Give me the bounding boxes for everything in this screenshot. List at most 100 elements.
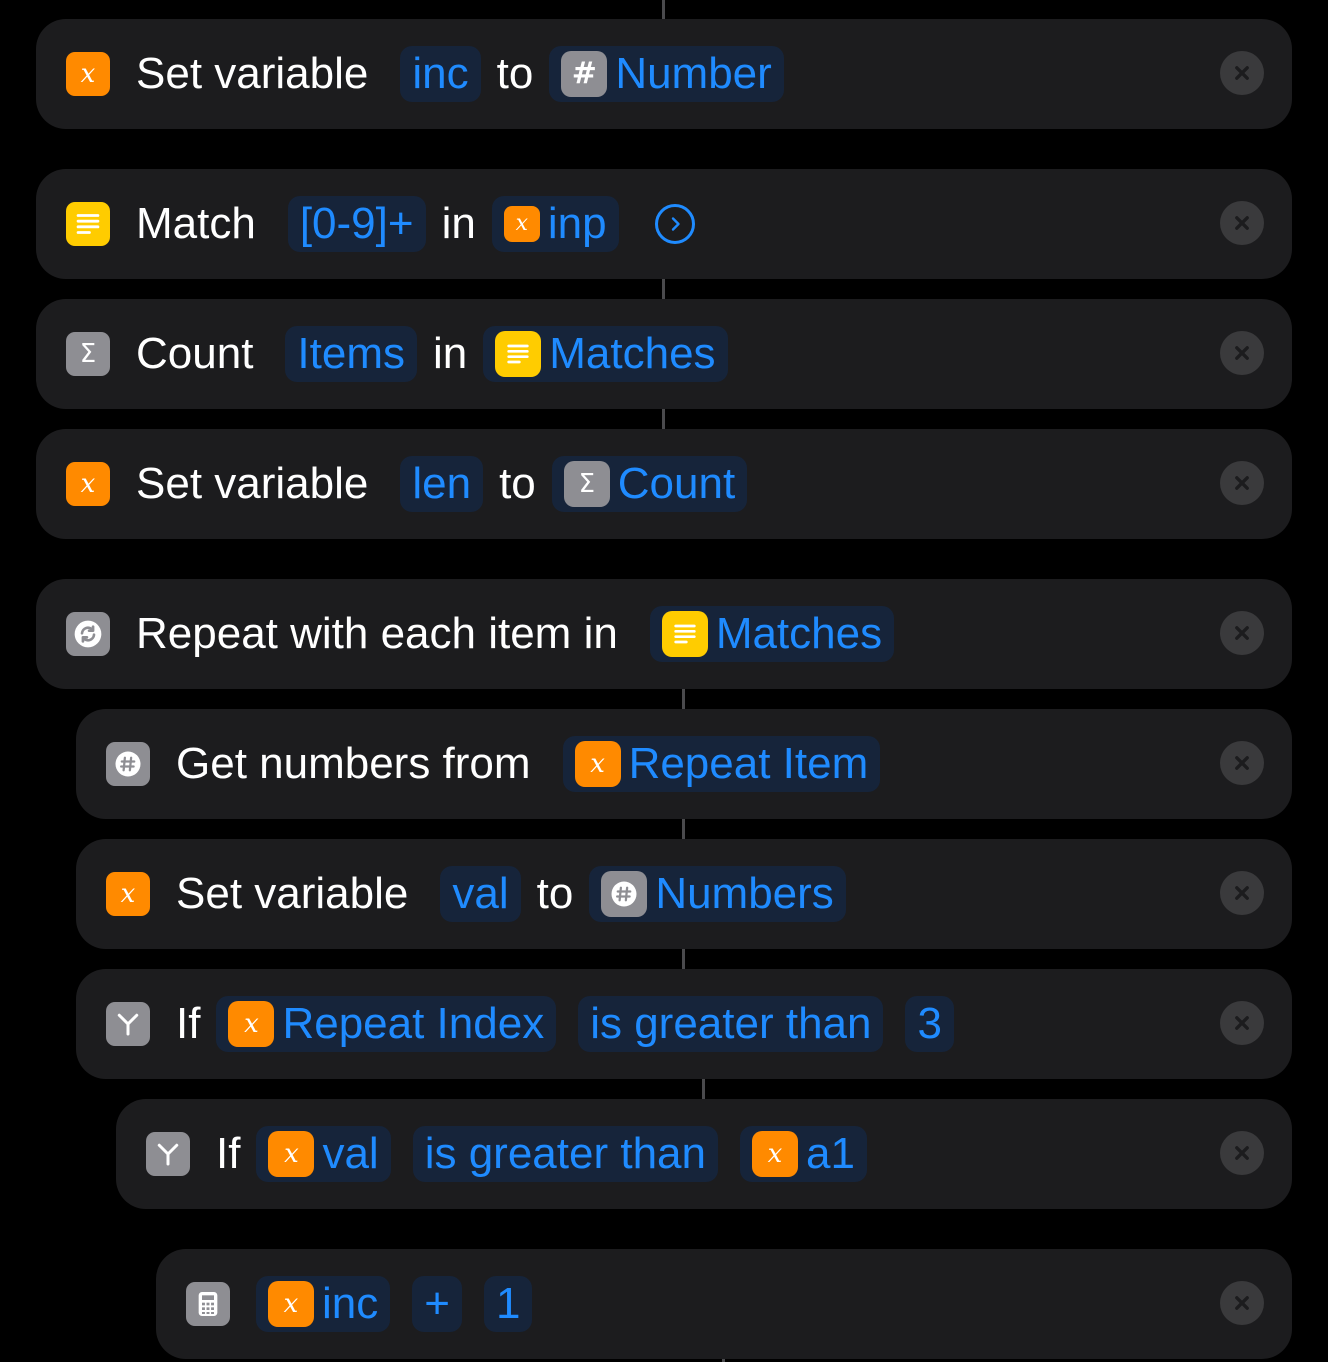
action-set-variable-val[interactable]: x Set variable val to Numbers <box>76 839 1292 949</box>
action-label: Get numbers from <box>176 739 531 788</box>
condition-operator-token[interactable]: is greater than <box>578 996 884 1052</box>
flow-connector <box>682 949 685 969</box>
value-label: val <box>322 1129 379 1178</box>
flow-connector <box>662 409 665 429</box>
operand-value-token[interactable]: 1 <box>483 1276 533 1332</box>
variable-name-token[interactable]: inc <box>400 46 481 102</box>
variable-icon: x <box>66 52 110 96</box>
flow-connector <box>682 689 685 709</box>
calculator-icon <box>186 1282 230 1326</box>
numbers-icon <box>106 742 150 786</box>
sigma-icon: Σ <box>563 461 610 507</box>
action-if-repeat-index[interactable]: If x Repeat Index is greater than 3 <box>76 969 1292 1079</box>
remove-action-button[interactable] <box>1220 461 1264 505</box>
operand-token[interactable]: x inc <box>256 1276 391 1332</box>
input-token[interactable]: x inp <box>491 196 619 252</box>
connector-word: in <box>441 199 476 248</box>
pattern-token[interactable]: [0-9]+ <box>287 196 426 252</box>
condition-value-token[interactable]: x a1 <box>739 1126 867 1182</box>
action-calculate[interactable]: x inc + 1 <box>156 1249 1292 1359</box>
variable-icon: x <box>268 1281 314 1327</box>
connector-word: in <box>433 329 468 378</box>
variable-icon: x <box>574 741 621 787</box>
value-label: Numbers <box>655 869 834 918</box>
action-match-text[interactable]: Match [0-9]+ in x inp <box>36 169 1292 279</box>
action-label: If <box>176 999 201 1048</box>
action-if-val[interactable]: If x val is greater than x a1 <box>116 1099 1292 1209</box>
connector-word: to <box>536 869 574 918</box>
flow-connector <box>682 819 685 839</box>
close-icon <box>1229 620 1255 646</box>
condition-input-token[interactable]: x val <box>256 1126 391 1182</box>
close-icon <box>1229 880 1255 906</box>
action-label: Set variable <box>136 459 369 508</box>
close-icon <box>1229 340 1255 366</box>
value-token[interactable]: Numbers <box>589 866 846 922</box>
remove-action-button[interactable] <box>1220 611 1264 655</box>
remove-action-button[interactable] <box>1220 1001 1264 1045</box>
value-token[interactable]: Σ Count <box>551 456 748 512</box>
action-label: Set variable <box>176 869 409 918</box>
condition-input-token[interactable]: x Repeat Index <box>216 996 557 1052</box>
value-label: inc <box>322 1279 379 1328</box>
if-icon <box>146 1132 190 1176</box>
close-icon <box>1229 750 1255 776</box>
remove-action-button[interactable] <box>1220 741 1264 785</box>
close-icon <box>1229 210 1255 236</box>
action-label: Match <box>136 199 256 248</box>
close-icon <box>1229 60 1255 86</box>
flow-connector <box>662 0 665 20</box>
close-icon <box>1229 1290 1255 1316</box>
remove-action-button[interactable] <box>1220 871 1264 915</box>
input-token[interactable]: Matches <box>649 606 895 662</box>
remove-action-button[interactable] <box>1220 331 1264 375</box>
variable-icon: x <box>106 872 150 916</box>
shortcut-editor: x Set variable inc to # Number Match [0-… <box>0 0 1328 1362</box>
text-icon <box>661 611 708 657</box>
remove-action-button[interactable] <box>1220 51 1264 95</box>
action-label: Set variable <box>136 49 369 98</box>
action-set-variable-inc[interactable]: x Set variable inc to # Number <box>36 19 1292 129</box>
connector-word: to <box>499 459 536 508</box>
variable-name-token[interactable]: val <box>440 866 521 922</box>
flow-connector <box>662 279 665 299</box>
action-set-variable-len[interactable]: x Set variable len to Σ Count <box>36 429 1292 539</box>
variable-icon: x <box>66 462 110 506</box>
text-icon <box>495 331 542 377</box>
value-label: Count <box>617 459 736 508</box>
remove-action-button[interactable] <box>1220 1281 1264 1325</box>
remove-action-button[interactable] <box>1220 201 1264 245</box>
value-label: Matches <box>549 329 716 378</box>
value-label: Matches <box>715 609 883 658</box>
action-get-numbers[interactable]: Get numbers from x Repeat Item <box>76 709 1292 819</box>
connector-word: to <box>496 49 534 98</box>
value-label: a1 <box>805 1129 855 1178</box>
variable-icon: x <box>503 206 540 242</box>
close-icon <box>1229 1010 1255 1036</box>
expand-chevron-icon[interactable] <box>654 204 695 244</box>
operator-token[interactable]: + <box>412 1276 462 1332</box>
if-icon <box>106 1002 150 1046</box>
condition-value-token[interactable]: 3 <box>905 996 954 1052</box>
variable-icon: x <box>228 1001 275 1047</box>
action-count[interactable]: Σ Count Items in Matches <box>36 299 1292 409</box>
sigma-icon: Σ <box>66 332 110 376</box>
count-type-token[interactable]: Items <box>285 326 417 382</box>
value-label: Number <box>615 49 772 98</box>
value-token[interactable]: # Number <box>549 46 784 102</box>
variable-icon: x <box>268 1131 315 1177</box>
input-token[interactable]: x Repeat Item <box>562 736 881 792</box>
numbers-icon <box>601 871 648 917</box>
input-token[interactable]: Matches <box>483 326 728 382</box>
action-label: Count <box>136 329 254 378</box>
close-icon <box>1229 1140 1255 1166</box>
condition-operator-token[interactable]: is greater than <box>412 1126 718 1182</box>
action-label: If <box>216 1129 241 1178</box>
action-repeat-each[interactable]: Repeat with each item in Matches <box>36 579 1292 689</box>
variable-name-token[interactable]: len <box>400 456 484 512</box>
variable-icon: x <box>751 1131 798 1177</box>
flow-connector <box>702 1079 705 1099</box>
action-label: Repeat with each item in <box>136 609 618 658</box>
remove-action-button[interactable] <box>1220 1131 1264 1175</box>
number-icon: # <box>561 51 608 97</box>
